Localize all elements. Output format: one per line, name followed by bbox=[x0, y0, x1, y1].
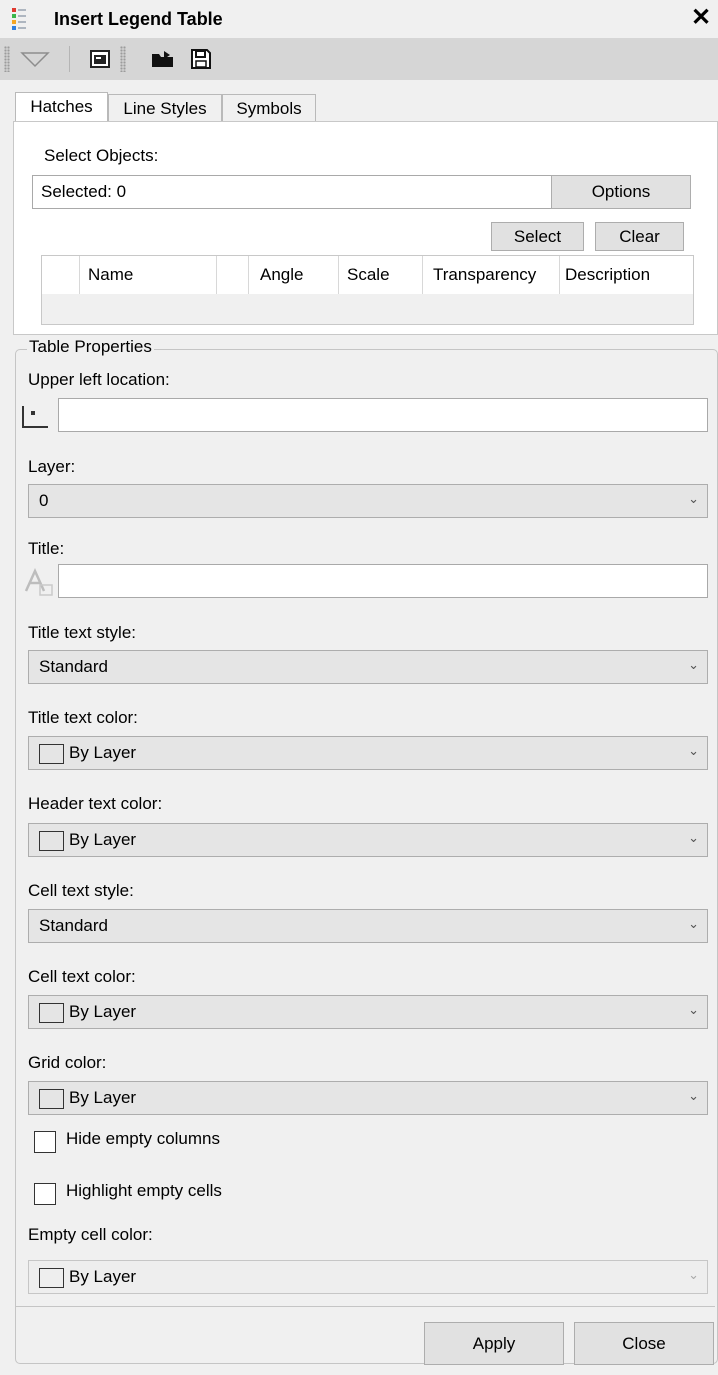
apply-button[interactable]: Apply bbox=[424, 1322, 564, 1365]
dropdown-arrow-icon[interactable] bbox=[20, 50, 50, 68]
highlight-empty-cells-checkbox[interactable] bbox=[34, 1183, 56, 1205]
toolbar-separator bbox=[69, 46, 70, 72]
grid-header-angle[interactable]: Angle bbox=[249, 256, 339, 294]
chevron-down-icon: ⌄ bbox=[688, 657, 699, 672]
hide-empty-columns-checkbox[interactable] bbox=[34, 1131, 56, 1153]
legend-table-icon bbox=[12, 8, 26, 30]
window-title: Insert Legend Table bbox=[54, 9, 223, 29]
toolbar bbox=[0, 38, 718, 80]
chevron-down-icon: ⌄ bbox=[688, 1088, 699, 1103]
grid-header-swatch bbox=[217, 256, 249, 294]
title-text-color-select[interactable]: By Layer ⌄ bbox=[28, 736, 708, 770]
grid-color-value: By Layer bbox=[69, 1088, 137, 1107]
title-text-style-select[interactable]: Standard ⌄ bbox=[28, 650, 708, 684]
grid-header-description[interactable]: Description bbox=[560, 256, 693, 294]
clear-button[interactable]: Clear bbox=[595, 222, 684, 251]
upper-left-location-input[interactable] bbox=[58, 398, 708, 432]
grid-color-select[interactable]: By Layer ⌄ bbox=[28, 1081, 708, 1115]
grid-header-transparency[interactable]: Transparency bbox=[423, 256, 560, 294]
cell-text-color-value: By Layer bbox=[69, 1002, 137, 1021]
chevron-down-icon: ⌄ bbox=[688, 916, 699, 931]
command-window-icon[interactable] bbox=[90, 50, 110, 68]
close-button[interactable]: Close bbox=[574, 1322, 714, 1365]
grid-header-name[interactable]: Name bbox=[80, 256, 217, 294]
grid-color-label: Grid color: bbox=[28, 1053, 107, 1072]
save-icon[interactable] bbox=[190, 48, 212, 70]
chevron-down-icon: ⌄ bbox=[688, 1002, 699, 1017]
cell-text-color-select[interactable]: By Layer ⌄ bbox=[28, 995, 708, 1029]
cell-text-style-select[interactable]: Standard ⌄ bbox=[28, 909, 708, 943]
upper-left-location-label: Upper left location: bbox=[28, 370, 170, 389]
color-swatch bbox=[39, 1089, 64, 1109]
title-text-color-label: Title text color: bbox=[28, 708, 138, 727]
layer-select[interactable]: 0 ⌄ bbox=[28, 484, 708, 518]
header-text-color-select[interactable]: By Layer ⌄ bbox=[28, 823, 708, 857]
header-text-color-value: By Layer bbox=[69, 830, 137, 849]
text-style-icon bbox=[24, 567, 53, 596]
layer-value: 0 bbox=[39, 491, 49, 510]
grid-header-scale[interactable]: Scale bbox=[339, 256, 423, 294]
chevron-down-icon: ⌄ bbox=[688, 1267, 699, 1282]
objects-grid[interactable]: Name Angle Scale Transparency Descriptio… bbox=[41, 255, 694, 325]
color-swatch bbox=[39, 1003, 64, 1023]
chevron-down-icon: ⌄ bbox=[688, 830, 699, 845]
empty-cell-color-label: Empty cell color: bbox=[28, 1225, 153, 1244]
empty-cell-color-select[interactable]: By Layer ⌄ bbox=[28, 1260, 708, 1294]
highlight-empty-cells-label[interactable]: Highlight empty cells bbox=[66, 1181, 222, 1201]
grid-header-blank bbox=[42, 256, 80, 294]
chevron-down-icon: ⌄ bbox=[688, 743, 699, 758]
empty-cell-color-value: By Layer bbox=[69, 1267, 137, 1286]
close-icon[interactable]: ✕ bbox=[691, 5, 711, 31]
tab-symbols[interactable]: Symbols bbox=[222, 94, 316, 124]
header-text-color-label: Header text color: bbox=[28, 794, 163, 813]
footer-divider bbox=[15, 1306, 715, 1307]
title-label: Title: bbox=[28, 539, 65, 558]
tab-line-styles[interactable]: Line Styles bbox=[108, 94, 222, 124]
options-button[interactable]: Options bbox=[551, 175, 691, 209]
color-swatch bbox=[39, 831, 64, 851]
selected-count-field: Selected: 0 bbox=[32, 175, 552, 209]
title-bar: Insert Legend Table ✕ bbox=[0, 0, 718, 38]
toolbar-grip[interactable] bbox=[120, 46, 126, 72]
cell-text-color-label: Cell text color: bbox=[28, 967, 136, 986]
toolbar-grip[interactable] bbox=[4, 46, 10, 72]
title-text-style-label: Title text style: bbox=[28, 623, 137, 642]
cell-text-style-label: Cell text style: bbox=[28, 881, 134, 900]
pick-point-icon[interactable] bbox=[20, 403, 56, 431]
title-text-color-value: By Layer bbox=[69, 743, 137, 762]
color-swatch bbox=[39, 1268, 64, 1288]
select-button[interactable]: Select bbox=[491, 222, 584, 251]
layer-label: Layer: bbox=[28, 457, 76, 476]
title-text-style-value: Standard bbox=[39, 657, 108, 676]
table-properties-label: Table Properties bbox=[27, 337, 154, 357]
color-swatch bbox=[39, 744, 64, 764]
hide-empty-columns-label[interactable]: Hide empty columns bbox=[66, 1129, 220, 1149]
chevron-down-icon: ⌄ bbox=[688, 491, 699, 506]
select-objects-label: Select Objects: bbox=[44, 146, 159, 165]
selected-count-value: Selected: 0 bbox=[41, 182, 127, 201]
title-input[interactable] bbox=[58, 564, 708, 598]
cell-text-style-value: Standard bbox=[39, 916, 108, 935]
open-folder-icon[interactable] bbox=[150, 49, 176, 69]
status-strip bbox=[0, 1366, 718, 1375]
